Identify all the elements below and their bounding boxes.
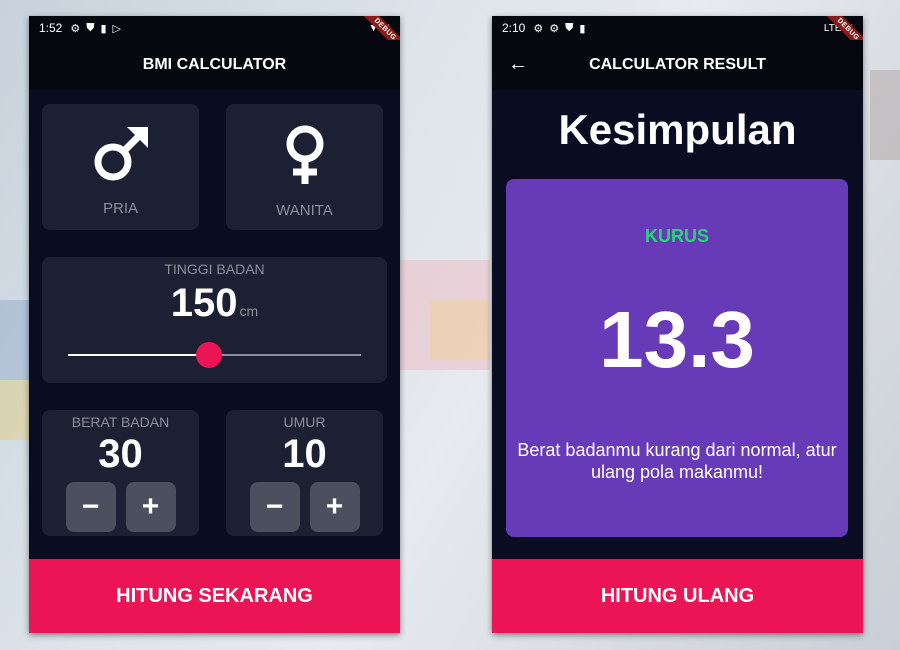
result-status: KURUS — [644, 226, 709, 246]
age-value: 10 — [282, 432, 327, 476]
gender-label-female: WANITA — [276, 202, 333, 219]
gender-selector: PRIA WANITA — [42, 104, 387, 230]
age-buttons: − + — [249, 482, 360, 532]
calculator-content: PRIA WANITA TINGGI BADAN 150 cm BERAT BA… — [29, 90, 400, 536]
status-time: 1:52 — [39, 21, 63, 35]
age-minus-button[interactable]: − — [249, 482, 300, 532]
status-time: 2:10 — [502, 21, 526, 35]
app-bar: ← CALCULATOR RESULT — [492, 40, 863, 90]
height-slider-thumb[interactable] — [195, 342, 222, 368]
app-bar: BMI CALCULATOR — [29, 40, 400, 90]
result-card: KURUS 13.3 Berat badanmu kurang dari nor… — [506, 179, 848, 537]
status-icons: ⚙ ⛊ ▮ ▷ — [70, 22, 121, 35]
height-unit: cm — [239, 303, 259, 319]
back-arrow-icon[interactable]: ← — [508, 53, 528, 76]
app-title: CALCULATOR RESULT — [589, 56, 766, 73]
shield-icon: ⛊ — [565, 21, 574, 34]
app-title: BMI CALCULATOR — [142, 56, 287, 73]
status-icons: ⚙ ⚙ ⛊ ▮ — [533, 22, 585, 35]
height-card: TINGGI BADAN 150 cm — [42, 257, 387, 383]
gender-label-male: PRIA — [102, 200, 138, 217]
weight-buttons: − + — [65, 482, 176, 532]
play-icon: ▷ — [112, 22, 122, 35]
age-card: UMUR 10 − + — [226, 410, 383, 536]
sd-card-icon: ▮ — [579, 22, 586, 35]
status-bar: 2:10 ⚙ ⚙ ⛊ ▮ LTE ▮ DEBUG — [492, 16, 863, 59]
height-value: 150 — [170, 281, 238, 325]
result-message: Berat badanmu kurang dari normal, atur u… — [517, 440, 837, 482]
result-screen: 2:10 ⚙ ⚙ ⛊ ▮ LTE ▮ DEBUG ← CALCULATOR RE… — [492, 16, 863, 633]
height-value-row: 150 cm — [171, 281, 258, 325]
age-label: UMUR — [283, 414, 326, 430]
weight-value: 30 — [98, 432, 143, 476]
venus-icon — [286, 125, 323, 184]
gear-icon: ⚙ — [533, 22, 544, 35]
bmi-calculator-screen: 1:52 ⚙ ⛊ ▮ ▷ ▼ ▮ DEBUG BMI CALCULATOR PR… — [29, 16, 400, 633]
height-label: TINGGI BADAN — [164, 261, 265, 277]
weight-minus-button[interactable]: − — [65, 482, 116, 532]
weight-card: BERAT BADAN 30 − + — [42, 410, 199, 536]
calculate-button[interactable]: HITUNG SEKARANG — [29, 559, 400, 633]
bmi-value: 13.3 — [599, 295, 755, 384]
recalculate-button[interactable]: HITUNG ULANG — [492, 559, 863, 633]
mars-icon — [94, 127, 148, 181]
shield-icon: ⛊ — [86, 21, 95, 34]
weight-label: BERAT BADAN — [71, 414, 170, 430]
status-bar: 1:52 ⚙ ⛊ ▮ ▷ ▼ ▮ DEBUG — [29, 16, 400, 59]
result-title: Kesimpulan — [558, 106, 797, 153]
height-slider[interactable] — [68, 342, 361, 368]
age-plus-button[interactable]: + — [309, 482, 360, 532]
gender-card-male[interactable]: PRIA — [42, 104, 199, 230]
sd-card-icon: ▮ — [100, 22, 107, 35]
gear-icon: ⚙ — [549, 22, 560, 35]
weight-age-row: BERAT BADAN 30 − + UMUR 10 − + — [42, 410, 387, 536]
weight-plus-button[interactable]: + — [125, 482, 176, 532]
gear-icon: ⚙ — [70, 22, 81, 35]
height-slider-fill — [68, 354, 209, 356]
gender-card-female[interactable]: WANITA — [226, 104, 383, 230]
